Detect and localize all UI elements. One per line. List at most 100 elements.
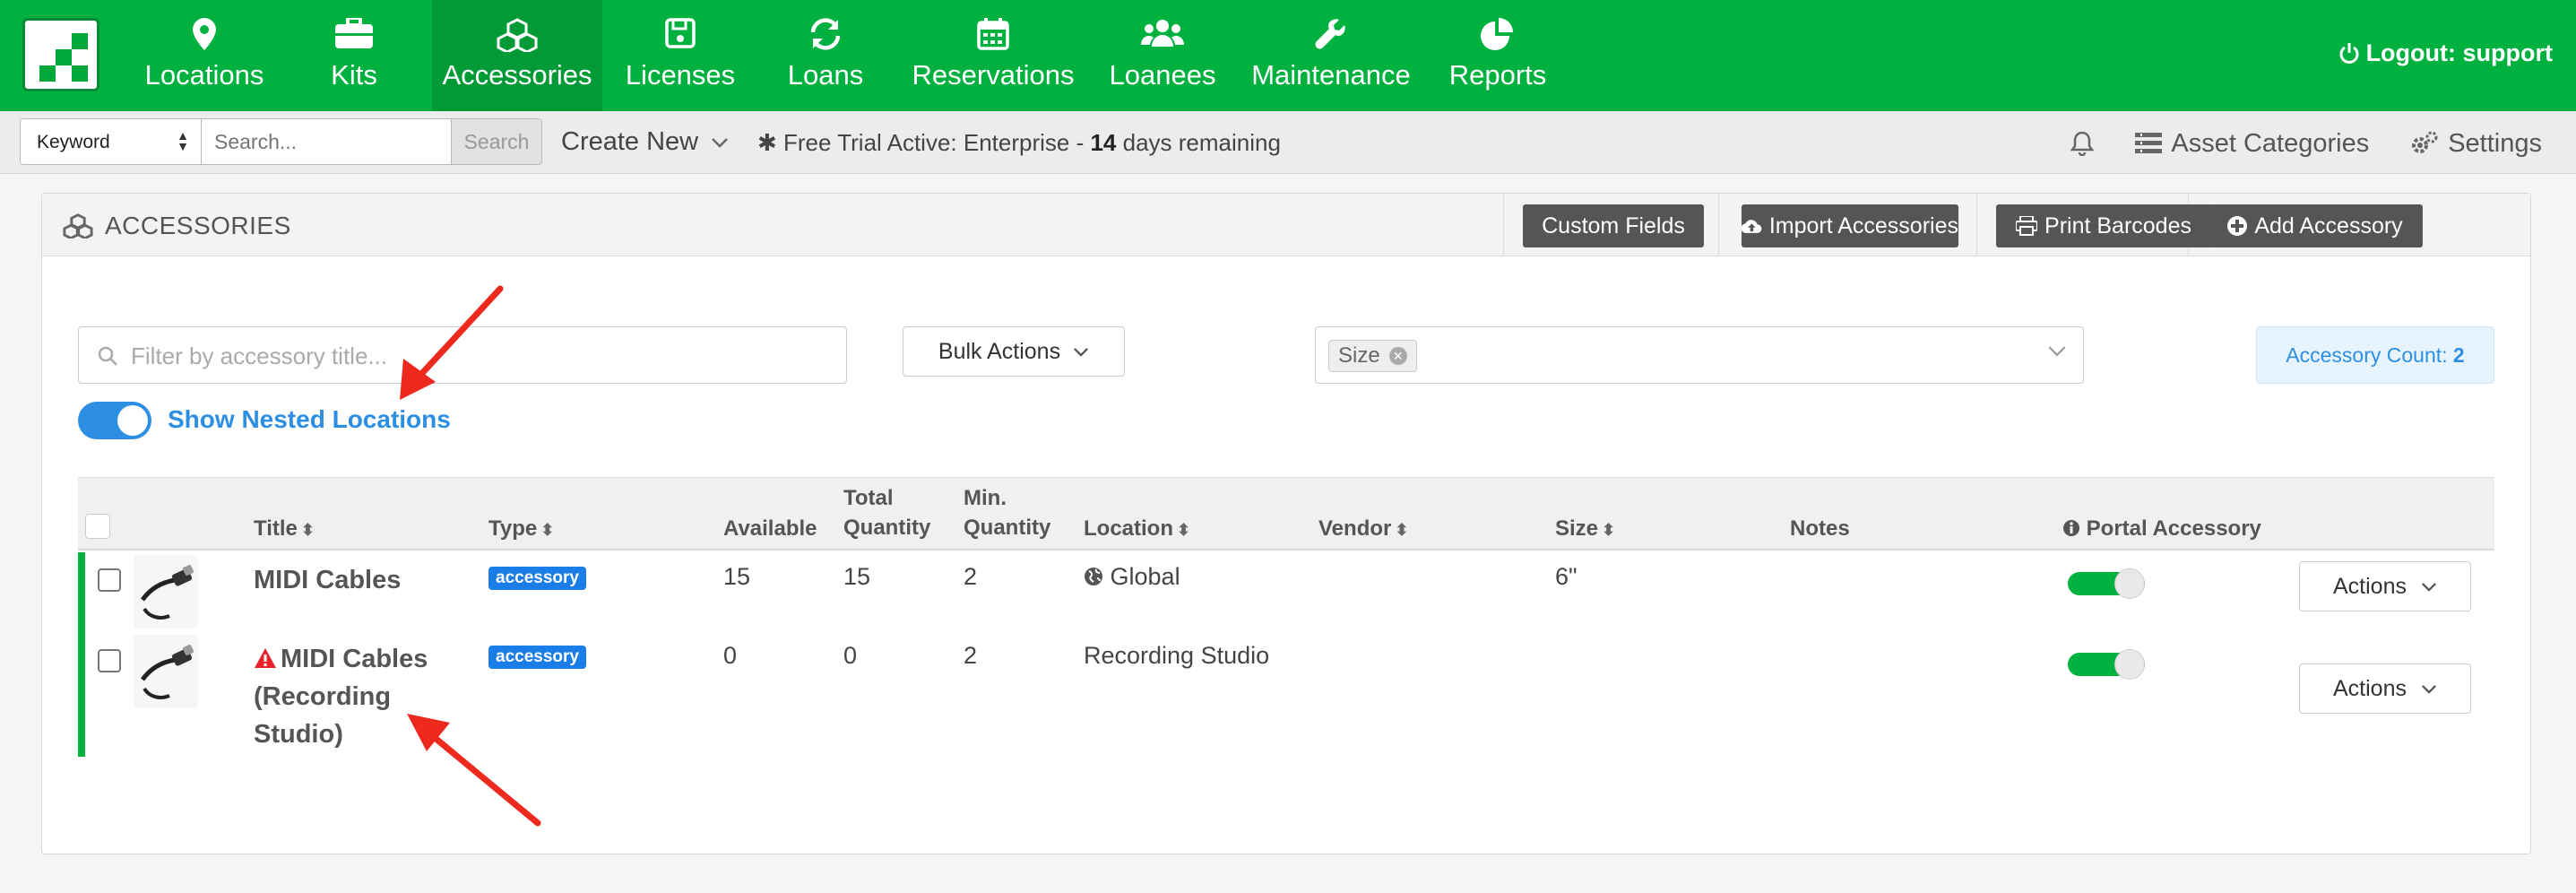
col-location[interactable]: Location ⬍ xyxy=(1084,514,1190,545)
row-checkbox[interactable] xyxy=(98,649,121,672)
col-type-label: Type xyxy=(488,516,538,541)
row-actions-dropdown[interactable]: Actions xyxy=(2299,663,2471,714)
panel-title-text: ACCESSORIES xyxy=(105,212,291,239)
accessory-count-badge: Accessory Count: 2 xyxy=(2256,326,2494,384)
col-portal-label: Portal Accessory xyxy=(2086,516,2261,541)
search-type-value: Keyword xyxy=(37,132,110,152)
total-quantity-value: 15 xyxy=(843,563,871,590)
size-tag-label: Size xyxy=(1338,343,1380,368)
col-vendor[interactable]: Vendor ⬍ xyxy=(1318,514,1408,545)
add-accessory-button[interactable]: Add Accessory xyxy=(2208,204,2423,247)
trial-suffix: days remaining xyxy=(1116,129,1281,156)
create-new-dropdown[interactable]: Create New xyxy=(561,127,729,157)
sort-icon: ⬍ xyxy=(300,521,315,539)
cubes-icon xyxy=(63,213,93,238)
globe-icon xyxy=(1085,568,1102,585)
accessory-thumbnail[interactable] xyxy=(134,555,198,629)
show-nested-locations-label[interactable]: Show Nested Locations xyxy=(168,405,451,434)
select-all-checkbox[interactable] xyxy=(85,514,110,539)
nav-item-accessories[interactable]: Accessories xyxy=(432,0,602,111)
toggle-knob xyxy=(117,405,148,436)
nav-item-kits[interactable]: Kits xyxy=(287,0,421,111)
title-line: (Recording xyxy=(254,682,392,711)
settings-link[interactable]: Settings xyxy=(2410,129,2542,159)
col-notes: Notes xyxy=(1790,516,1850,541)
search-toolbar: Keyword ▲▼ Search Create New ✱ Free Tria… xyxy=(0,111,2576,174)
location-value: Recording Studio xyxy=(1084,642,1270,669)
nav-label: Kits xyxy=(331,59,377,91)
portal-accessory-toggle[interactable] xyxy=(2068,568,2145,599)
col-size-label: Size xyxy=(1555,516,1599,541)
col-title-label: Title xyxy=(254,516,298,541)
plus-circle-icon xyxy=(2227,216,2248,236)
table-row[interactable]: MIDI Cables (Recording Studio) accessory… xyxy=(78,631,2494,757)
type-badge: accessory xyxy=(488,567,586,590)
wrench-icon xyxy=(1242,18,1420,50)
map-marker-icon xyxy=(133,18,276,50)
row-checkbox[interactable] xyxy=(98,568,121,592)
col-title[interactable]: Title ⬍ xyxy=(254,514,315,545)
actions-label: Actions xyxy=(2333,675,2407,701)
settings-label: Settings xyxy=(2448,128,2542,158)
accessory-title-link[interactable]: MIDI Cables (Recording Studio) xyxy=(254,640,428,753)
search-icon xyxy=(98,346,117,366)
toggle-knob xyxy=(2114,568,2145,599)
available-value: 0 xyxy=(723,642,738,669)
nav-label: Licenses xyxy=(625,59,736,91)
nav-label: Locations xyxy=(144,59,264,91)
add-accessory-label: Add Accessory xyxy=(2254,212,2403,238)
info-icon xyxy=(2063,520,2079,536)
sort-icon: ⬍ xyxy=(1177,521,1191,539)
accessory-title-link[interactable]: MIDI Cables xyxy=(254,561,401,599)
app-logo[interactable] xyxy=(22,18,99,91)
power-icon xyxy=(2339,42,2359,64)
col-vendor-label: Vendor xyxy=(1318,516,1392,541)
column-select[interactable]: Size ✕ xyxy=(1315,326,2084,384)
table-header: Title ⬍ Type ⬍ Available Total Quantity Mi… xyxy=(78,477,2494,551)
sort-icon: ⬍ xyxy=(1602,521,1616,539)
save-icon xyxy=(613,18,748,50)
col-type[interactable]: Type ⬍ xyxy=(488,514,554,545)
size-tag[interactable]: Size ✕ xyxy=(1328,340,1417,372)
print-barcodes-label: Print Barcodes xyxy=(2044,212,2191,238)
nav-item-reservations[interactable]: Reservations xyxy=(903,0,1083,111)
nav-item-maintenance[interactable]: Maintenance xyxy=(1242,0,1420,111)
show-nested-locations-toggle[interactable] xyxy=(78,402,151,439)
nav-item-licenses[interactable]: Licenses xyxy=(613,0,748,111)
cubes-icon xyxy=(432,18,602,52)
remove-tag-icon[interactable]: ✕ xyxy=(1388,347,1407,365)
nav-item-locations[interactable]: Locations xyxy=(133,0,276,111)
notifications-button[interactable] xyxy=(2070,131,2095,156)
accessory-thumbnail[interactable] xyxy=(134,635,198,708)
nav-label: Loanees xyxy=(1109,59,1216,91)
print-barcodes-button[interactable]: Print Barcodes xyxy=(1996,204,2211,247)
import-label: Import Accessories xyxy=(1768,212,1958,238)
portal-accessory-toggle[interactable] xyxy=(2068,649,2145,680)
table-row[interactable]: MIDI Cables accessory 15 15 2 Global 6" … xyxy=(78,552,2494,631)
min-quantity-value: 2 xyxy=(964,642,978,669)
location-value: Global xyxy=(1084,563,1180,591)
row-actions-dropdown[interactable]: Actions xyxy=(2299,561,2471,611)
asset-categories-link[interactable]: Asset Categories xyxy=(2135,129,2369,159)
right-tools: Asset Categories Settings xyxy=(2029,126,2542,161)
nav-item-reports[interactable]: Reports xyxy=(1431,0,1565,111)
col-size[interactable]: Size ⬍ xyxy=(1555,514,1615,545)
create-new-label: Create New xyxy=(561,127,699,156)
custom-fields-button[interactable]: Custom Fields xyxy=(1523,204,1704,247)
nav-label: Reservations xyxy=(912,59,1075,91)
logout-button[interactable]: Logout: support xyxy=(2339,39,2553,67)
warning-icon xyxy=(255,648,276,668)
calendar-icon xyxy=(903,18,1083,50)
nav-label: Maintenance xyxy=(1251,59,1411,91)
bulk-actions-dropdown[interactable]: Bulk Actions xyxy=(903,326,1125,377)
import-accessories-button[interactable]: Import Accessories xyxy=(1742,204,1958,247)
briefcase-icon xyxy=(287,18,421,50)
filter-title-input[interactable]: Filter by accessory title... xyxy=(78,326,847,384)
nav-label: Accessories xyxy=(442,59,592,91)
nav-item-loanees[interactable]: Loanees xyxy=(1094,0,1232,111)
nav-item-loans[interactable]: Loans xyxy=(758,0,893,111)
search-button[interactable]: Search xyxy=(451,118,542,165)
search-type-select[interactable]: Keyword ▲ ▼ xyxy=(20,118,203,165)
col-min-quantity: Min. Quantity xyxy=(964,486,1051,540)
search-input[interactable] xyxy=(201,118,452,165)
